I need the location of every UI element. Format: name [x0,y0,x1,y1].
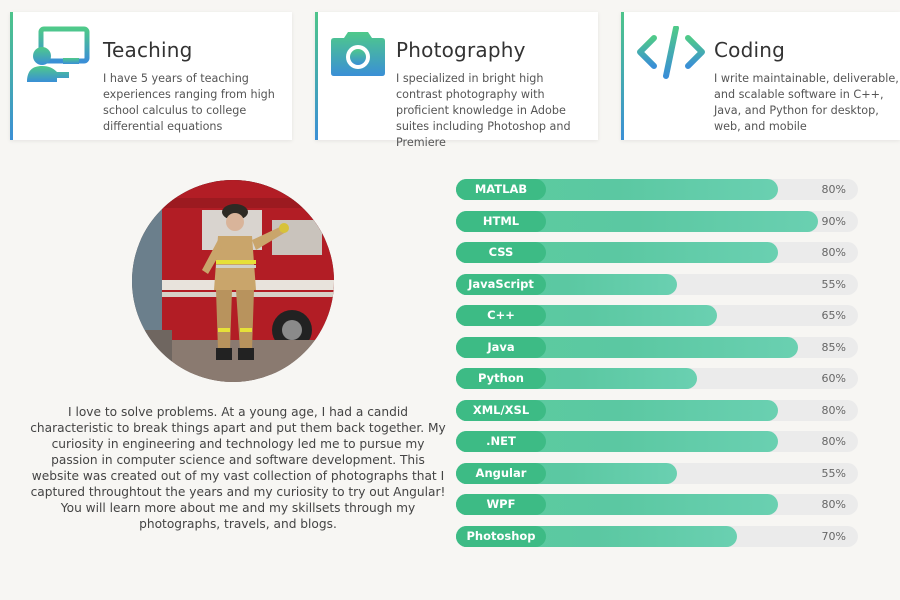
camera-icon [330,26,396,86]
about-bio: I love to solve problems. At a young age… [30,405,446,531]
skill-name: Angular [456,462,546,484]
teacher-board-icon [25,26,91,86]
skill-bar: MATLAB 80% [456,179,858,200]
skill-name: .NET [456,431,546,453]
skill-bar: Python 60% [456,368,858,390]
skill-name: C++ [456,305,546,327]
skill-bar: Java 85% [456,336,858,358]
code-brackets-icon [636,25,705,86]
skill-percent: 80% [821,435,846,449]
skill-bar: Photoshop 70% [456,526,858,548]
card-title: Coding [714,38,786,62]
skill-percent: 55% [821,277,846,291]
skill-bar: HTML 90% [456,210,858,232]
skill-bar: JavaScript 55% [456,273,858,295]
skill-name: HTML [456,210,546,232]
skill-bar: WPF 80% [456,494,858,516]
skill-percent: 60% [821,372,846,386]
skill-bar: .NET 80% [456,431,858,453]
skill-percent: 90% [821,214,846,228]
skill-percent: 70% [821,530,846,544]
skill-name: MATLAB [456,179,546,200]
card-description: I specialized in bright high contrast ph… [396,72,571,149]
card-description: I have 5 years of teaching experiences r… [103,72,275,133]
skill-name: Photoshop [456,526,546,548]
skill-bar: Angular 55% [456,462,858,484]
card-title: Teaching [103,38,193,62]
skill-percent: 80% [821,183,846,196]
skill-bar: CSS 80% [456,242,858,264]
skill-percent: 85% [821,340,846,354]
skill-name: CSS [456,242,546,264]
skill-percent: 55% [821,466,846,480]
skill-percent: 65% [821,309,846,323]
skill-percent: 80% [821,498,846,512]
card-title: Photography [396,38,526,62]
skill-percent: 80% [821,403,846,417]
skills-list: MATLAB 80% HTML 90% CSS 80% JavaScript 5… [456,179,858,558]
skill-bar: XML/XSL 80% [456,399,858,421]
coding-card: Coding I write maintainable, deliverable… [621,12,900,140]
profile-photo [132,180,334,382]
skill-name: WPF [456,494,546,516]
skill-name: JavaScript [456,273,546,295]
skill-bar: C++ 65% [456,305,858,327]
photography-card: Photography I specialized in bright high… [315,12,598,149]
teaching-card: Teaching I have 5 years of teaching expe… [10,12,292,140]
card-description: I write maintainable, deliverable, and s… [714,72,899,133]
skill-percent: 80% [821,246,846,260]
skill-name: Python [456,368,546,390]
skill-name: Java [456,336,546,358]
skill-name: XML/XSL [456,399,546,421]
